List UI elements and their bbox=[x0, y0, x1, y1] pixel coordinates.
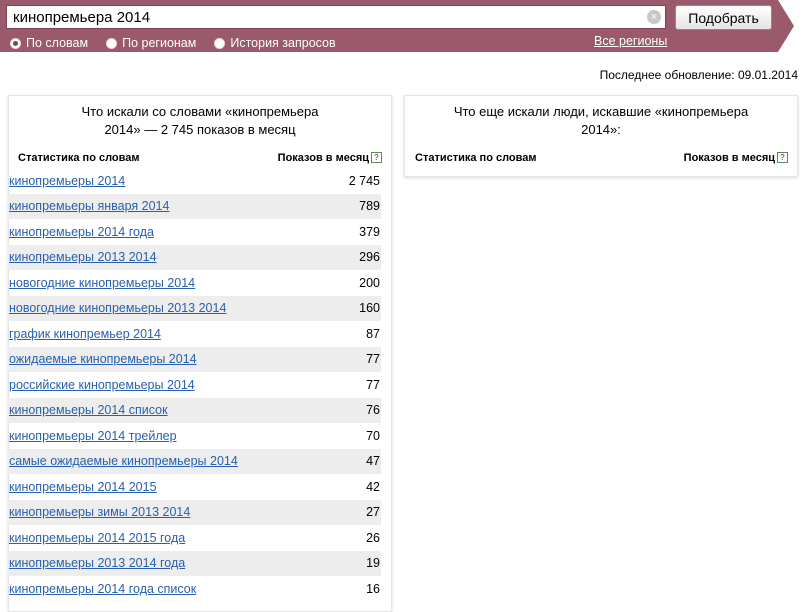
phrase-link[interactable]: кинопремьеры 2014 года bbox=[9, 225, 154, 239]
phrase-link[interactable]: кинопремьеры 2014 список bbox=[9, 403, 168, 417]
column-header-shows: Показов в месяц? bbox=[684, 152, 788, 164]
shows-count: 77 bbox=[366, 377, 380, 392]
shows-count: 16 bbox=[366, 581, 380, 596]
close-icon[interactable]: × bbox=[647, 10, 661, 24]
table-row: кинопремьеры 2014 2015 года 26 bbox=[8, 525, 381, 551]
table-row: кинопремьеры 2014 2015 42 bbox=[8, 474, 381, 500]
shows-count: 200 bbox=[359, 275, 380, 290]
shows-count: 160 bbox=[359, 301, 380, 316]
mode-by-words[interactable]: По словам bbox=[10, 35, 88, 51]
words-table: кинопремьеры 2014 2 745 кинопремьеры январ… bbox=[8, 168, 381, 602]
phrase-link[interactable]: самые ожидаемые кинопремьеры 2014 bbox=[9, 454, 238, 468]
search-mode-group: По словам По регионам История запросов bbox=[10, 35, 336, 51]
radio-icon[interactable] bbox=[214, 37, 226, 49]
help-icon[interactable]: ? bbox=[777, 152, 788, 163]
column-header-shows-label: Показов в месяц bbox=[683, 152, 775, 164]
table-row: российские кинопремьеры 2014 77 bbox=[8, 372, 381, 398]
phrase-link[interactable]: кинопремьеры 2014 bbox=[9, 174, 125, 188]
related-searches-panel: Что еще искали люди, искавшие «кинопремь… bbox=[404, 95, 798, 177]
phrase-link[interactable]: кинопремьеры января 2014 bbox=[9, 199, 169, 213]
phrase-link[interactable]: кинопремьеры 2014 трейлер bbox=[9, 429, 177, 443]
shows-count: 26 bbox=[366, 530, 380, 545]
table-row: кинопремьеры января 2014 789 bbox=[8, 193, 381, 219]
all-regions-link[interactable]: Все регионы bbox=[594, 34, 667, 48]
shows-count: 47 bbox=[366, 454, 380, 469]
shows-count: 296 bbox=[359, 250, 380, 265]
mode-history[interactable]: История запросов bbox=[214, 35, 336, 51]
column-header-shows-label: Показов в месяц bbox=[277, 152, 369, 164]
shows-count: 789 bbox=[359, 199, 380, 214]
shows-count: 42 bbox=[366, 479, 380, 494]
phrase-link[interactable]: ожидаемые кинопремьеры 2014 bbox=[9, 352, 197, 366]
table-row: ожидаемые кинопремьеры 2014 77 bbox=[8, 346, 381, 372]
phrase-link[interactable]: кинопремьеры зимы 2013 2014 bbox=[9, 505, 190, 519]
phrase-link[interactable]: российские кинопремьеры 2014 bbox=[9, 378, 195, 392]
shows-count: 87 bbox=[366, 326, 380, 341]
help-icon[interactable]: ? bbox=[371, 152, 382, 163]
phrase-link[interactable]: новогодние кинопремьеры 2013 2014 bbox=[9, 301, 226, 315]
shows-count: 379 bbox=[359, 224, 380, 239]
table-row: кинопремьеры зимы 2013 2014 27 bbox=[8, 499, 381, 525]
table-row: новогодние кинопремьеры 2014 200 bbox=[8, 270, 381, 296]
table-row: новогодние кинопремьеры 2013 2014 160 bbox=[8, 295, 381, 321]
table-row: самые ожидаемые кинопремьеры 2014 47 bbox=[8, 448, 381, 474]
column-header-words: Статистика по словам bbox=[18, 152, 140, 164]
mode-label: По словам bbox=[26, 36, 89, 50]
panel-title: Что искали со словами «кинопремьера 2014… bbox=[81, 104, 319, 137]
phrase-link[interactable]: кинопремьеры 2014 года список bbox=[9, 582, 196, 596]
mode-label: По регионам bbox=[122, 36, 197, 50]
phrase-link[interactable]: кинопремьеры 2013 2014 bbox=[9, 250, 157, 264]
table-row: кинопремьеры 2013 2014 296 bbox=[8, 244, 381, 270]
shows-count: 19 bbox=[366, 556, 380, 571]
shows-count: 76 bbox=[366, 403, 380, 418]
shows-count: 27 bbox=[366, 505, 380, 520]
table-row: кинопремьеры 2014 года список 16 bbox=[8, 576, 381, 602]
phrase-link[interactable]: новогодние кинопремьеры 2014 bbox=[9, 276, 195, 290]
mode-by-regions[interactable]: По регионам bbox=[106, 35, 196, 51]
search-input[interactable] bbox=[6, 5, 666, 29]
table-row: кинопремьеры 2014 года 379 bbox=[8, 219, 381, 245]
column-header-words: Статистика по словам bbox=[415, 152, 537, 164]
phrase-link[interactable]: кинопремьеры 2014 2015 года bbox=[9, 531, 185, 545]
table-row: кинопремьеры 2014 трейлер 70 bbox=[8, 423, 381, 449]
panel-title: Что еще искали люди, искавшие «кинопремь… bbox=[453, 104, 749, 137]
shows-count: 77 bbox=[366, 352, 380, 367]
shows-count: 2 745 bbox=[348, 173, 380, 188]
phrase-link[interactable]: кинопремьеры 2014 2015 bbox=[9, 480, 157, 494]
phrase-link[interactable]: кинопремьеры 2013 2014 года bbox=[9, 556, 185, 570]
search-bar: × Подобрать По словам По регионам Истори… bbox=[0, 0, 778, 52]
table-row: график кинопремьер 2014 87 bbox=[8, 321, 381, 347]
last-update-text: Последнее обновление: 09.01.2014 bbox=[599, 68, 798, 82]
table-row: кинопремьеры 2014 список 76 bbox=[8, 397, 381, 423]
radio-icon[interactable] bbox=[106, 37, 118, 49]
search-bar-arrow bbox=[778, 0, 794, 52]
phrase-link[interactable]: график кинопремьер 2014 bbox=[9, 327, 161, 341]
table-row: кинопремьеры 2013 2014 года 19 bbox=[8, 550, 381, 576]
submit-button[interactable]: Подобрать bbox=[675, 5, 772, 30]
radio-icon[interactable] bbox=[10, 37, 21, 49]
table-row: кинопремьеры 2014 2 745 bbox=[8, 168, 381, 194]
column-header-shows: Показов в месяц? bbox=[278, 152, 382, 164]
shows-count: 70 bbox=[366, 428, 380, 443]
mode-label: История запросов bbox=[230, 36, 336, 50]
